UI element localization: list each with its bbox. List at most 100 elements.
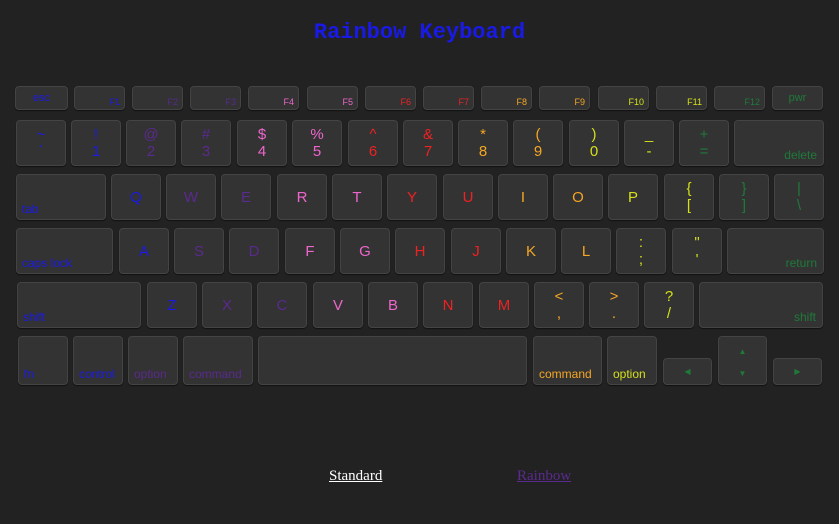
- key-x[interactable]: X: [202, 282, 252, 328]
- key-symbol[interactable]: <,: [534, 282, 584, 328]
- key-p[interactable]: P: [608, 174, 658, 220]
- key-h[interactable]: H: [395, 228, 445, 274]
- key-shift-label: !: [93, 126, 99, 143]
- key-f9[interactable]: F9: [539, 86, 590, 110]
- key-symbol[interactable]: >.: [589, 282, 639, 328]
- key-symbol[interactable]: :;: [616, 228, 666, 274]
- key-shift-label: $: [257, 126, 267, 143]
- key-symbol[interactable]: ? /: [644, 282, 694, 328]
- key-f2[interactable]: F2: [132, 86, 183, 110]
- key-left-arrow[interactable]: ◀: [663, 358, 712, 385]
- key-f12[interactable]: F12: [714, 86, 765, 110]
- key-w[interactable]: W: [166, 174, 216, 220]
- key-fn[interactable]: fn: [18, 336, 68, 385]
- key-esc[interactable]: esc: [15, 86, 68, 110]
- key-label: H: [414, 242, 426, 260]
- key-tab[interactable]: tab: [16, 174, 106, 220]
- key-command[interactable]: command: [533, 336, 602, 385]
- key-e[interactable]: E: [221, 174, 271, 220]
- key-label: 2: [146, 143, 156, 160]
- key-1[interactable]: ! 1: [71, 120, 121, 166]
- key-label: [: [686, 197, 692, 214]
- key-label: U: [462, 188, 474, 206]
- rainbow-link[interactable]: Rainbow: [517, 468, 571, 485]
- key-caps-lock[interactable]: caps lock: [16, 228, 113, 274]
- key-pwr[interactable]: pwr: [772, 86, 823, 110]
- standard-link[interactable]: Standard: [329, 468, 382, 485]
- key-label: F2: [167, 97, 178, 107]
- key-9[interactable]: (9: [513, 120, 563, 166]
- key-f7[interactable]: F7: [423, 86, 474, 110]
- key-f1[interactable]: F1: [74, 86, 125, 110]
- key-label: command: [539, 367, 592, 381]
- key-q[interactable]: Q: [111, 174, 161, 220]
- key-c[interactable]: C: [257, 282, 307, 328]
- key-command[interactable]: command: [183, 336, 253, 385]
- key-f10[interactable]: F10: [598, 86, 649, 110]
- key-6[interactable]: ^ 6: [348, 120, 398, 166]
- key-f8[interactable]: F8: [481, 86, 532, 110]
- key-up-down-arrows[interactable]: ▲ ▼: [718, 336, 767, 385]
- key-return[interactable]: return: [727, 228, 824, 274]
- key-m[interactable]: M: [479, 282, 529, 328]
- key-label: /: [666, 305, 672, 322]
- key-backtick[interactable]: ~ `: [16, 120, 66, 166]
- key-v[interactable]: V: [313, 282, 363, 328]
- key-z[interactable]: Z: [147, 282, 197, 328]
- key-shift[interactable]: shift: [17, 282, 141, 328]
- key-j[interactable]: J: [451, 228, 501, 274]
- key-symbol[interactable]: | \: [774, 174, 824, 220]
- key-label: R: [296, 188, 308, 206]
- key-space[interactable]: [258, 336, 527, 385]
- key-control[interactable]: control: [73, 336, 123, 385]
- key-delete[interactable]: delete: [734, 120, 824, 166]
- key-u[interactable]: U: [443, 174, 493, 220]
- key-label: command: [189, 367, 242, 381]
- key-f[interactable]: F: [285, 228, 335, 274]
- key-k[interactable]: K: [506, 228, 556, 274]
- key-7[interactable]: & 7: [403, 120, 453, 166]
- key-i[interactable]: I: [498, 174, 548, 220]
- key-label: F4: [283, 97, 294, 107]
- key-option[interactable]: option: [607, 336, 657, 385]
- key-label: J: [472, 242, 480, 260]
- key-label: S: [193, 242, 204, 260]
- key-right-arrow[interactable]: ▶: [773, 358, 822, 385]
- key-label: delete: [784, 148, 817, 162]
- key-l[interactable]: L: [561, 228, 611, 274]
- key-f3[interactable]: F3: [190, 86, 241, 110]
- key-0[interactable]: ) 0: [569, 120, 619, 166]
- key-n[interactable]: N: [423, 282, 473, 328]
- key-label: ]: [741, 197, 747, 214]
- key-symbol[interactable]: {[: [664, 174, 714, 220]
- key-f6[interactable]: F6: [365, 86, 416, 110]
- key-f11[interactable]: F11: [656, 86, 707, 110]
- key-symbol[interactable]: " ': [672, 228, 722, 274]
- key-label: 3: [201, 143, 211, 160]
- key-o[interactable]: O: [553, 174, 603, 220]
- key-b[interactable]: B: [368, 282, 418, 328]
- key-symbol[interactable]: + =: [679, 120, 729, 166]
- key-8[interactable]: * 8: [458, 120, 508, 166]
- key-r[interactable]: R: [277, 174, 327, 220]
- key-option[interactable]: option: [128, 336, 178, 385]
- key-s[interactable]: S: [174, 228, 224, 274]
- key-f5[interactable]: F5: [307, 86, 358, 110]
- key-4[interactable]: $4: [237, 120, 287, 166]
- key-t[interactable]: T: [332, 174, 382, 220]
- key-f4[interactable]: F4: [248, 86, 299, 110]
- key-d[interactable]: D: [229, 228, 279, 274]
- key-shift[interactable]: shift: [699, 282, 823, 328]
- key-5[interactable]: % 5: [292, 120, 342, 166]
- key-shift-label: *: [480, 126, 486, 143]
- key-label: K: [525, 242, 536, 260]
- key-label: G: [359, 242, 371, 260]
- key-shift-label: :: [638, 234, 644, 251]
- key-symbol[interactable]: _ -: [624, 120, 674, 166]
- key-2[interactable]: @2: [126, 120, 176, 166]
- key-g[interactable]: G: [340, 228, 390, 274]
- key-3[interactable]: #3: [181, 120, 231, 166]
- key-y[interactable]: Y: [387, 174, 437, 220]
- key-a[interactable]: A: [119, 228, 169, 274]
- key-symbol[interactable]: }]: [719, 174, 769, 220]
